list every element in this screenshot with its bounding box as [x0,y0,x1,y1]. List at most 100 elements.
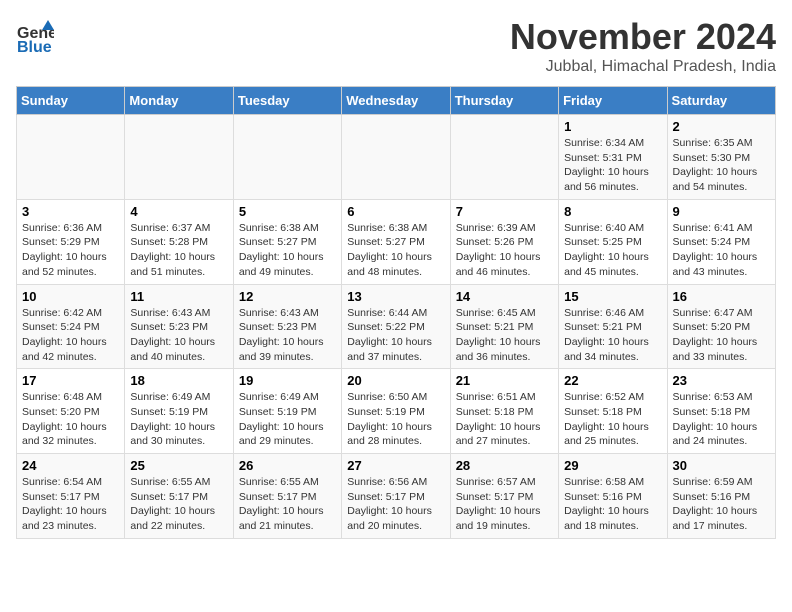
day-info: Sunrise: 6:46 AM Sunset: 5:21 PM Dayligh… [564,306,661,365]
logo-icon: General Blue [16,16,54,54]
day-number: 3 [22,204,119,219]
day-info: Sunrise: 6:41 AM Sunset: 5:24 PM Dayligh… [673,221,770,280]
calendar-cell: 15 Sunrise: 6:46 AM Sunset: 5:21 PM Dayli… [559,284,667,369]
day-number: 30 [673,458,770,473]
day-info: Sunrise: 6:35 AM Sunset: 5:30 PM Dayligh… [673,136,770,195]
location-subtitle: Jubbal, Himachal Pradesh, India [510,58,776,76]
calendar-cell: 7Sunrise: 6:39 AM Sunset: 5:26 PM Daylig… [450,199,558,284]
weekday-header: Friday [559,87,667,115]
calendar-cell: 28 Sunrise: 6:57 AM Sunset: 5:17 PM Dayli… [450,454,558,539]
day-number: 18 [130,373,227,388]
day-info: Sunrise: 6:43 AM Sunset: 5:23 PM Dayligh… [130,306,227,365]
weekday-header: Thursday [450,87,558,115]
day-number: 23 [673,373,770,388]
title-area: November 2024 Jubbal, Himachal Pradesh, … [510,16,776,76]
day-number: 24 [22,458,119,473]
svg-text:Blue: Blue [17,39,52,54]
calendar-cell: 4Sunrise: 6:37 AM Sunset: 5:28 PM Daylig… [125,199,233,284]
page-header: General Blue November 2024 Jubbal, Himac… [16,16,776,76]
day-number: 22 [564,373,661,388]
day-info: Sunrise: 6:54 AM Sunset: 5:17 PM Dayligh… [22,475,119,534]
day-number: 14 [456,289,553,304]
calendar-cell: 19 Sunrise: 6:49 AM Sunset: 5:19 PM Dayli… [233,369,341,454]
day-number: 26 [239,458,336,473]
calendar-cell: 2Sunrise: 6:35 AM Sunset: 5:30 PM Daylig… [667,115,775,200]
day-number: 8 [564,204,661,219]
day-number: 10 [22,289,119,304]
day-number: 15 [564,289,661,304]
calendar-cell: 30 Sunrise: 6:59 AM Sunset: 5:16 PM Dayli… [667,454,775,539]
day-info: Sunrise: 6:44 AM Sunset: 5:22 PM Dayligh… [347,306,444,365]
calendar-cell: 11 Sunrise: 6:43 AM Sunset: 5:23 PM Dayli… [125,284,233,369]
day-info: Sunrise: 6:55 AM Sunset: 5:17 PM Dayligh… [130,475,227,534]
calendar-cell: 23Sunrise: 6:53 AM Sunset: 5:18 PM Dayli… [667,369,775,454]
day-info: Sunrise: 6:50 AM Sunset: 5:19 PM Dayligh… [347,390,444,449]
calendar-week-row: 24 Sunrise: 6:54 AM Sunset: 5:17 PM Dayli… [17,454,776,539]
calendar-cell: 27 Sunrise: 6:56 AM Sunset: 5:17 PM Dayli… [342,454,450,539]
weekday-header: Sunday [17,87,125,115]
calendar-cell: 1 Sunrise: 6:34 AM Sunset: 5:31 PM Daylig… [559,115,667,200]
calendar-cell: 25Sunrise: 6:55 AM Sunset: 5:17 PM Dayli… [125,454,233,539]
day-number: 5 [239,204,336,219]
day-info: Sunrise: 6:43 AM Sunset: 5:23 PM Dayligh… [239,306,336,365]
day-info: Sunrise: 6:34 AM Sunset: 5:31 PM Dayligh… [564,136,661,195]
calendar-cell: 8 Sunrise: 6:40 AM Sunset: 5:25 PM Daylig… [559,199,667,284]
calendar-cell: 16 Sunrise: 6:47 AM Sunset: 5:20 PM Dayli… [667,284,775,369]
day-info: Sunrise: 6:42 AM Sunset: 5:24 PM Dayligh… [22,306,119,365]
day-number: 29 [564,458,661,473]
day-number: 11 [130,289,227,304]
day-info: Sunrise: 6:49 AM Sunset: 5:19 PM Dayligh… [239,390,336,449]
weekday-header: Monday [125,87,233,115]
day-info: Sunrise: 6:49 AM Sunset: 5:19 PM Dayligh… [130,390,227,449]
day-info: Sunrise: 6:39 AM Sunset: 5:26 PM Dayligh… [456,221,553,280]
logo: General Blue [16,16,54,54]
calendar-cell: 5 Sunrise: 6:38 AM Sunset: 5:27 PM Daylig… [233,199,341,284]
day-info: Sunrise: 6:58 AM Sunset: 5:16 PM Dayligh… [564,475,661,534]
calendar-cell: 9 Sunrise: 6:41 AM Sunset: 5:24 PM Daylig… [667,199,775,284]
day-number: 16 [673,289,770,304]
calendar-header-row: SundayMondayTuesdayWednesdayThursdayFrid… [17,87,776,115]
day-info: Sunrise: 6:38 AM Sunset: 5:27 PM Dayligh… [239,221,336,280]
calendar-week-row: 3 Sunrise: 6:36 AM Sunset: 5:29 PM Daylig… [17,199,776,284]
day-number: 6 [347,204,444,219]
month-title: November 2024 [510,16,776,58]
day-info: Sunrise: 6:56 AM Sunset: 5:17 PM Dayligh… [347,475,444,534]
calendar-cell: 17Sunrise: 6:48 AM Sunset: 5:20 PM Dayli… [17,369,125,454]
calendar-week-row: 1 Sunrise: 6:34 AM Sunset: 5:31 PM Daylig… [17,115,776,200]
day-info: Sunrise: 6:40 AM Sunset: 5:25 PM Dayligh… [564,221,661,280]
calendar-cell: 24 Sunrise: 6:54 AM Sunset: 5:17 PM Dayli… [17,454,125,539]
calendar-cell [233,115,341,200]
calendar-cell: 14 Sunrise: 6:45 AM Sunset: 5:21 PM Dayli… [450,284,558,369]
day-number: 12 [239,289,336,304]
day-info: Sunrise: 6:37 AM Sunset: 5:28 PM Dayligh… [130,221,227,280]
day-number: 28 [456,458,553,473]
day-info: Sunrise: 6:51 AM Sunset: 5:18 PM Dayligh… [456,390,553,449]
day-number: 19 [239,373,336,388]
day-number: 20 [347,373,444,388]
calendar-cell: 6 Sunrise: 6:38 AM Sunset: 5:27 PM Daylig… [342,199,450,284]
calendar-cell [450,115,558,200]
day-info: Sunrise: 6:36 AM Sunset: 5:29 PM Dayligh… [22,221,119,280]
day-number: 27 [347,458,444,473]
calendar-cell: 18 Sunrise: 6:49 AM Sunset: 5:19 PM Dayli… [125,369,233,454]
calendar-cell: 20 Sunrise: 6:50 AM Sunset: 5:19 PM Dayli… [342,369,450,454]
calendar-cell: 3 Sunrise: 6:36 AM Sunset: 5:29 PM Daylig… [17,199,125,284]
day-info: Sunrise: 6:59 AM Sunset: 5:16 PM Dayligh… [673,475,770,534]
calendar-week-row: 17Sunrise: 6:48 AM Sunset: 5:20 PM Dayli… [17,369,776,454]
calendar-cell: 22Sunrise: 6:52 AM Sunset: 5:18 PM Dayli… [559,369,667,454]
calendar-cell [342,115,450,200]
calendar-cell: 29 Sunrise: 6:58 AM Sunset: 5:16 PM Dayli… [559,454,667,539]
day-number: 13 [347,289,444,304]
day-info: Sunrise: 6:55 AM Sunset: 5:17 PM Dayligh… [239,475,336,534]
calendar-cell [125,115,233,200]
day-info: Sunrise: 6:45 AM Sunset: 5:21 PM Dayligh… [456,306,553,365]
day-info: Sunrise: 6:48 AM Sunset: 5:20 PM Dayligh… [22,390,119,449]
weekday-header: Saturday [667,87,775,115]
calendar-week-row: 10 Sunrise: 6:42 AM Sunset: 5:24 PM Dayli… [17,284,776,369]
calendar-table: SundayMondayTuesdayWednesdayThursdayFrid… [16,86,776,539]
day-number: 1 [564,119,661,134]
day-info: Sunrise: 6:57 AM Sunset: 5:17 PM Dayligh… [456,475,553,534]
day-info: Sunrise: 6:47 AM Sunset: 5:20 PM Dayligh… [673,306,770,365]
day-number: 9 [673,204,770,219]
day-info: Sunrise: 6:38 AM Sunset: 5:27 PM Dayligh… [347,221,444,280]
